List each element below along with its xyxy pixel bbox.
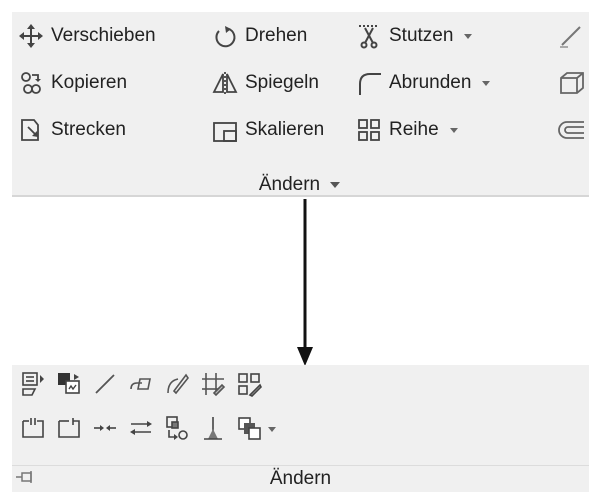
mirror-icon	[212, 70, 238, 96]
line-edit-icon[interactable]	[92, 371, 118, 397]
array-button[interactable]: Reihe	[356, 115, 461, 145]
trim-label: Stutzen	[389, 25, 454, 46]
stretch-label: Strecken	[51, 119, 126, 140]
stretch-icon	[18, 117, 44, 143]
scale-button[interactable]: Skalieren	[212, 115, 324, 145]
properties-edit-icon[interactable]	[20, 371, 46, 397]
align-icon[interactable]	[164, 415, 190, 441]
copy-icon	[18, 70, 44, 96]
modify-panel-compact: Ändern	[12, 365, 589, 492]
reverse-icon[interactable]	[128, 415, 154, 441]
fillet-dropdown-icon[interactable]	[479, 76, 493, 90]
mirror-button[interactable]: Spiegeln	[212, 68, 319, 98]
eraser-icon[interactable]	[128, 371, 154, 397]
transition-arrow	[294, 199, 316, 367]
compact-panel-title-bar[interactable]: Ändern	[12, 465, 589, 492]
trim-extend-icon[interactable]	[200, 371, 226, 397]
copy-button[interactable]: Kopieren	[18, 68, 127, 98]
trim-dropdown-icon[interactable]	[461, 29, 475, 43]
mirror-label: Spiegeln	[245, 72, 319, 93]
trim-button[interactable]: Stutzen	[356, 21, 475, 51]
array-label: Reihe	[389, 119, 439, 140]
join-icon[interactable]	[92, 415, 118, 441]
pencil-edit-icon[interactable]	[164, 371, 190, 397]
array-dropdown-icon[interactable]	[447, 123, 461, 137]
draw-order-dropdown-icon[interactable]	[266, 422, 278, 434]
fillet-button[interactable]: Abrunden	[356, 68, 493, 98]
panel-title-expand-button[interactable]: Ändern	[12, 172, 589, 198]
modify-panel-expanded: Verschieben Drehen Stutzen Kopieren Spie…	[12, 12, 589, 197]
move-button[interactable]: Verschieben	[18, 21, 156, 51]
draw-edit-icon[interactable]	[558, 23, 584, 49]
offset-icon[interactable]	[558, 117, 584, 143]
stretch-button[interactable]: Strecken	[18, 115, 126, 145]
break-icon[interactable]	[20, 415, 46, 441]
move-icon	[18, 23, 44, 49]
array-edit-icon[interactable]	[236, 371, 262, 397]
trim-icon	[356, 23, 382, 49]
lengthen-icon[interactable]	[200, 415, 226, 441]
match-properties-icon[interactable]	[56, 371, 82, 397]
scale-label: Skalieren	[245, 119, 325, 140]
copy-label: Kopieren	[51, 72, 128, 93]
break-at-point-icon[interactable]	[56, 415, 82, 441]
draw-order-icon[interactable]	[236, 415, 262, 441]
compact-panel-title: Ändern	[269, 468, 332, 489]
scale-icon	[212, 117, 238, 143]
rotate-label: Drehen	[245, 25, 308, 46]
move-label: Verschieben	[51, 25, 156, 46]
rotate-icon	[212, 23, 238, 49]
fillet-label: Abrunden	[389, 72, 472, 93]
solid-edit-icon[interactable]	[558, 70, 584, 96]
panel-expand-caret-icon	[328, 178, 342, 192]
panel-title: Ändern	[258, 174, 321, 195]
array-icon	[356, 117, 382, 143]
fillet-icon	[356, 70, 382, 96]
rotate-button[interactable]: Drehen	[212, 21, 307, 51]
